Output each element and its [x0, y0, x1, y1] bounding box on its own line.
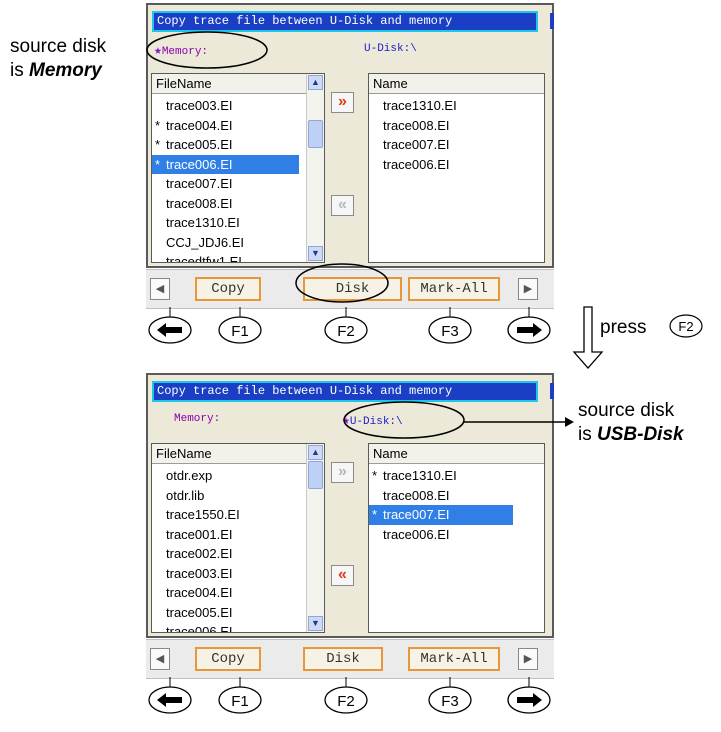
press-f2-key-icon: F2	[669, 314, 703, 338]
hw-right-key[interactable]	[507, 316, 551, 344]
annotation-prefix: is	[578, 424, 592, 445]
pointer-arrowhead	[565, 417, 574, 427]
press-key-label: F2	[678, 319, 693, 334]
annotation-line: source disk	[578, 400, 675, 421]
hw-f2-key[interactable]: F2	[324, 686, 368, 714]
hw-left-key[interactable]	[148, 316, 192, 344]
highlight-disk-ellipse	[295, 263, 389, 303]
f3-key-label: F3	[441, 693, 459, 710]
hw-f1-key[interactable]: F1	[218, 316, 262, 344]
hw-f2-key[interactable]: F2	[324, 316, 368, 344]
hw-left-key[interactable]	[148, 686, 192, 714]
f1-key-label: F1	[231, 323, 249, 340]
highlight-memory-ellipse	[146, 31, 268, 69]
f1-key-label: F1	[231, 693, 249, 710]
highlight-usb-ellipse	[343, 401, 465, 439]
annotation-emphasis: USB-Disk	[597, 424, 684, 445]
press-instruction: press	[600, 317, 647, 338]
hw-f1-key[interactable]: F1	[218, 686, 262, 714]
annotation-source-usb: source disk is USB-Disk	[578, 399, 684, 447]
hw-right-key[interactable]	[507, 686, 551, 714]
annotation-overlay: F1 F2 F3 F1 F2 F3 F2	[146, 31, 703, 714]
f3-key-label: F3	[441, 323, 459, 340]
annotation-line: is USB-Disk	[578, 423, 684, 447]
f2-key-label: F2	[337, 323, 355, 340]
f2-key-label: F2	[337, 693, 355, 710]
hw-f3-key[interactable]: F3	[428, 316, 472, 344]
hw-f3-key[interactable]: F3	[428, 686, 472, 714]
down-arrow-icon	[572, 306, 604, 369]
